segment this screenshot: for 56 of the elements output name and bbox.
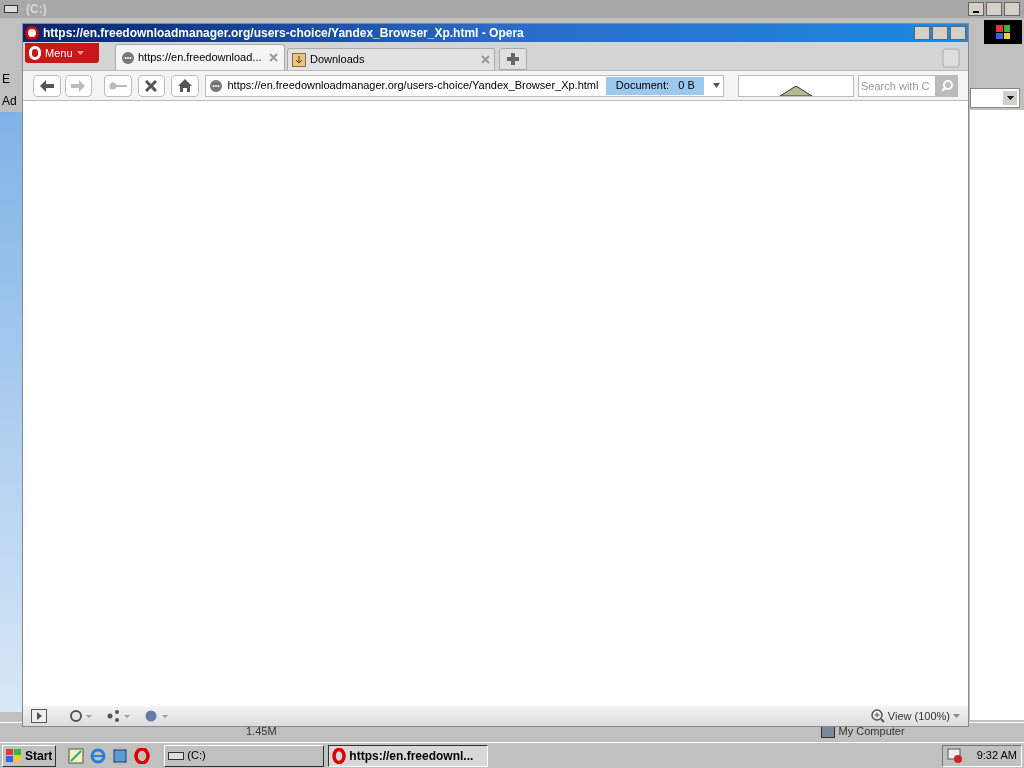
plus-icon bbox=[507, 53, 519, 65]
status-text: 1.45M bbox=[246, 724, 277, 740]
menu-button[interactable]: Menu bbox=[25, 43, 99, 63]
taskbar-button[interactable]: (C:) bbox=[164, 744, 325, 767]
minimize-button[interactable] bbox=[968, 2, 984, 16]
label-text: E bbox=[2, 71, 11, 88]
address-field[interactable]: https://en.freedownloadmanager.org/users-choice/Yandex_Browser_Xp.html Document: 0 B bbox=[204, 74, 725, 97]
zoom-icon bbox=[870, 709, 885, 723]
maximize-button[interactable] bbox=[932, 26, 948, 40]
windows-logo-icon bbox=[6, 748, 22, 763]
home-button[interactable] bbox=[171, 74, 199, 97]
forward-arrow-icon bbox=[71, 79, 86, 92]
search-icon[interactable] bbox=[936, 74, 959, 97]
close-icon[interactable] bbox=[481, 55, 490, 64]
drive-icon bbox=[4, 5, 18, 13]
tab[interactable]: Downloads bbox=[287, 48, 495, 70]
close-button[interactable] bbox=[1004, 2, 1020, 16]
key-button[interactable] bbox=[104, 74, 132, 97]
combo-box[interactable] bbox=[970, 88, 1020, 108]
search-field[interactable]: Search with C bbox=[858, 74, 937, 97]
scheduler-icon[interactable] bbox=[947, 747, 963, 764]
caret-icon bbox=[76, 51, 84, 55]
new-tab-button[interactable] bbox=[499, 48, 527, 70]
share-icon[interactable] bbox=[107, 710, 131, 722]
taskbar-button[interactable]: https://en.freedownl... bbox=[328, 744, 489, 767]
opera-logo-icon[interactable] bbox=[134, 747, 151, 764]
status-text: My Computer bbox=[838, 724, 905, 740]
close-button[interactable] bbox=[950, 26, 966, 40]
tab[interactable]: https://en.freedownload... bbox=[115, 44, 285, 70]
window-title: https://en.freedownloadmanager.org/users-choice/Yandex_Browser_Xp.html - Opera bbox=[43, 25, 524, 42]
close-icon[interactable] bbox=[269, 53, 278, 62]
home-icon bbox=[177, 79, 192, 92]
download-box-icon bbox=[292, 52, 306, 67]
zoom-button[interactable]: View (100%) bbox=[870, 707, 960, 725]
dropdown-arrow-icon[interactable] bbox=[713, 83, 721, 88]
back-arrow-icon bbox=[39, 79, 54, 92]
restore-button[interactable] bbox=[986, 2, 1002, 16]
panel-toggle-icon[interactable] bbox=[31, 709, 47, 723]
opera-logo-icon bbox=[332, 747, 347, 764]
drive-icon bbox=[168, 751, 185, 760]
minimize-icon bbox=[973, 11, 979, 13]
caret-icon bbox=[953, 714, 960, 718]
start-button[interactable]: Start bbox=[2, 744, 57, 767]
back-button[interactable] bbox=[33, 74, 61, 97]
clock: 9:32 AM bbox=[976, 748, 1017, 764]
windows-logo-icon bbox=[984, 20, 1022, 44]
key-icon bbox=[108, 81, 127, 90]
internet-explorer-icon[interactable] bbox=[90, 747, 107, 764]
close-icon bbox=[145, 79, 158, 92]
notepad-icon[interactable] bbox=[68, 747, 85, 764]
url-text: https://en.freedownloadmanager.org/users-choice/Yandex_Browser_Xp.html bbox=[227, 78, 599, 94]
label-text: Ad bbox=[2, 93, 17, 110]
opera-logo-icon bbox=[29, 46, 41, 60]
progress-label: Document: 0 B bbox=[614, 78, 696, 94]
stop-button[interactable] bbox=[137, 74, 165, 97]
opera-logo-icon bbox=[25, 26, 39, 40]
